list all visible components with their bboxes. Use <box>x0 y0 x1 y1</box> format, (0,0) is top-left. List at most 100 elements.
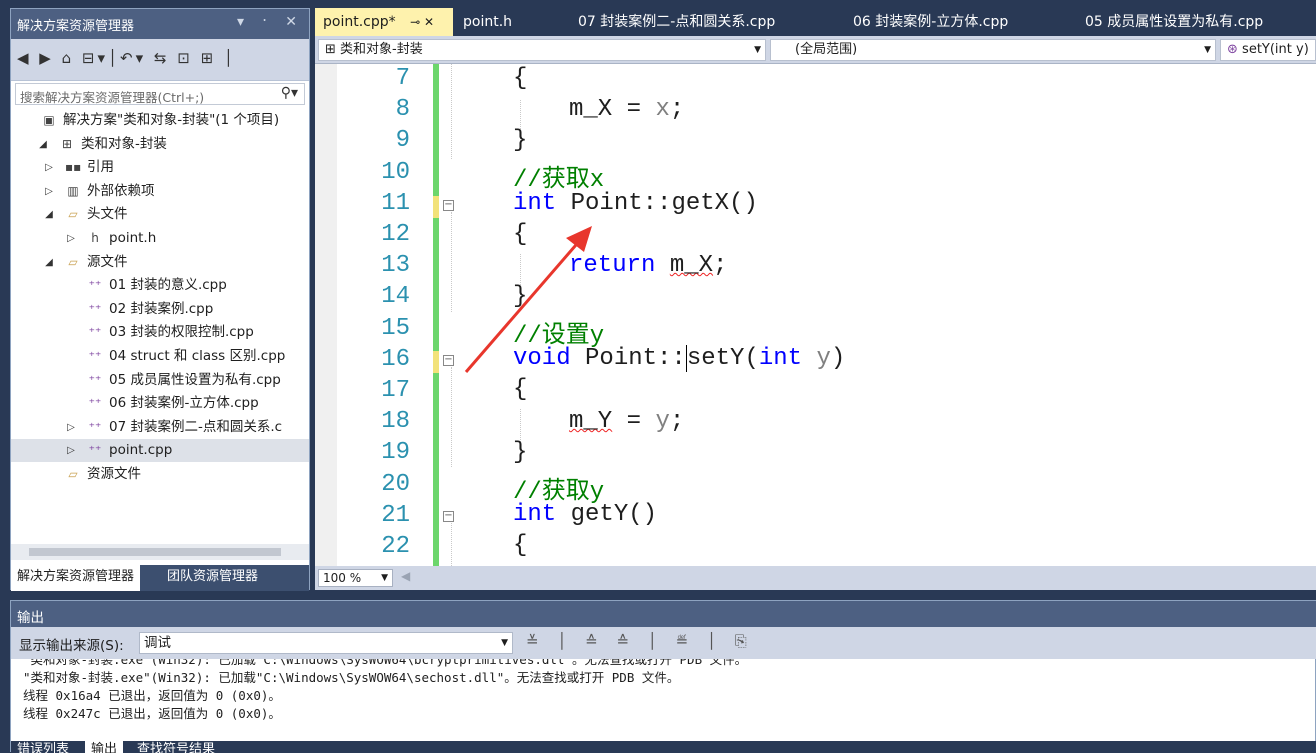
tab-error-list[interactable]: 错误列表 <box>11 741 75 753</box>
line-number: 19 <box>381 439 410 467</box>
collapse-toggle[interactable]: − <box>443 511 454 522</box>
tree-item[interactable]: ▷ ⁺⁺ 07 封装案例二-点和圆关系.c <box>11 416 309 439</box>
tab-06-cpp[interactable]: 06 封装案例-立方体.cpp <box>845 8 1016 36</box>
cpp-file-icon: ⁺⁺ <box>88 419 102 434</box>
expand-arrow-icon[interactable]: ▷ <box>65 227 77 250</box>
tree-item-label: 06 封装案例-立方体.cpp <box>109 395 259 412</box>
project-dropdown[interactable]: ⊞ 类和对象-封装 ▼ <box>318 39 766 61</box>
scope-dropdown[interactable]: (全局范围) ▼ <box>770 39 1216 61</box>
tree-item[interactable]: ◢ ⊞ 类和对象-封装 <box>11 133 309 156</box>
search-icon[interactable]: ⚲▾ <box>281 85 298 101</box>
code-token: = <box>612 408 656 435</box>
expand-arrow-icon[interactable]: ▷ <box>43 156 55 179</box>
tab-point-h[interactable]: point.h <box>455 8 520 36</box>
line-number: 7 <box>395 65 410 92</box>
expand-arrow-icon[interactable]: ▷ <box>65 439 77 462</box>
tab-label: point.cpp* <box>323 14 396 30</box>
code-token: ; <box>669 408 685 435</box>
zoom-dropdown[interactable]: 100 % ▼ <box>318 569 393 587</box>
line-number: 21 <box>381 501 410 529</box>
editor-margin <box>315 64 337 566</box>
code-line: return m_X; <box>513 252 727 279</box>
code-line: m_Y = y; <box>513 408 684 435</box>
tree-item-label: 源文件 <box>87 253 128 270</box>
solution-icon: ▣ <box>43 113 55 127</box>
tree-item[interactable]: ▷ ⁺⁺ point.cpp <box>11 439 309 463</box>
output-line: 线程 0x16a4 已退出，返回值为 0 (0x0)。 <box>23 688 281 703</box>
line-number: 10 <box>381 158 410 186</box>
code-token: int <box>513 501 557 528</box>
code-token: y <box>816 345 831 372</box>
tree-item-label: 07 封装案例二-点和圆关系.c <box>109 418 283 435</box>
cpp-file-icon: ⁺⁺ <box>88 301 102 316</box>
tab-output[interactable]: 输出 <box>85 741 124 753</box>
code-token: ) <box>830 345 846 372</box>
tab-05-cpp[interactable]: 05 成员属性设置为私有.cpp <box>1077 8 1271 36</box>
line-number: 12 <box>381 221 410 248</box>
tree-item[interactable]: ◢ ▱ 头文件 <box>11 203 309 226</box>
expand-arrow-icon[interactable]: ▷ <box>43 180 55 203</box>
text-cursor-token: setY( <box>685 345 759 372</box>
line-number: 22 <box>381 533 410 560</box>
cpp-file-icon: ⁺⁺ <box>88 278 102 293</box>
tree-item[interactable]: ▣ 解决方案"类和对象-封装"(1 个项目) <box>11 109 309 132</box>
collapse-arrow-icon[interactable]: ◢ <box>43 251 55 274</box>
line-number: 13 <box>381 252 410 280</box>
tree-item-label: 05 成员属性设置为私有.cpp <box>109 371 281 388</box>
unsaved-change-marker <box>433 196 439 218</box>
tree-item[interactable]: ⁺⁺ 05 成员属性设置为私有.cpp <box>11 369 309 392</box>
member-dropdown[interactable]: ⊛ setY(int y) <box>1220 39 1316 61</box>
code-token: y <box>655 408 670 435</box>
collapse-arrow-icon[interactable]: ◢ <box>43 203 55 226</box>
output-log[interactable]: "类和对象-封装.exe"(Win32): 已加载"C:\Windows\Sys… <box>23 659 1303 729</box>
output-source-dropdown[interactable]: 调试 ▼ <box>139 632 513 654</box>
tab-team-explorer[interactable]: 团队资源管理器 <box>161 565 264 591</box>
tree-item[interactable]: ⁺⁺ 02 封装案例.cpp <box>11 298 309 321</box>
cpp-file-icon: ⁺⁺ <box>88 372 102 387</box>
tree-item[interactable]: ▷ ▪▪ 引用 <box>11 156 309 179</box>
panel-window-buttons[interactable]: ▾ ᛫ ✕ <box>237 14 303 30</box>
tab-find-symbol-results[interactable]: 查找符号结果 <box>131 741 221 753</box>
tree-item[interactable]: ⁺⁺ 06 封装案例-立方体.cpp <box>11 392 309 415</box>
collapse-toggle[interactable]: − <box>443 200 454 211</box>
output-line: "类和对象-封装.exe"(Win32): 已加载"C:\Windows\Sys… <box>23 670 680 685</box>
code-line: } <box>513 283 528 310</box>
tree-item[interactable]: ▷ ▥ 外部依赖项 <box>11 180 309 203</box>
scroll-left-icon[interactable]: ◀ <box>401 569 410 583</box>
chevron-down-icon: ▼ <box>1204 45 1211 55</box>
fold-guide <box>451 64 452 159</box>
solution-search-input[interactable]: 搜索解决方案资源管理器(Ctrl+;) ⚲▾ <box>15 83 305 105</box>
collapse-toggle[interactable]: − <box>443 355 454 366</box>
tree-item[interactable]: ▱ 资源文件 <box>11 463 309 486</box>
method-icon: ⊛ <box>1227 42 1238 57</box>
tab-07-cpp[interactable]: 07 封装案例二-点和圆关系.cpp <box>570 8 783 36</box>
collapse-arrow-icon[interactable]: ◢ <box>37 133 49 156</box>
folder-icon: ▱ <box>68 207 78 222</box>
tree-item[interactable]: ⁺⁺ 04 struct 和 class 区别.cpp <box>11 345 309 368</box>
output-toolbar-icons[interactable]: ≚ │ ≙ ≙ │ ≝ │ ⎘ <box>526 632 754 650</box>
pin-close-icon[interactable]: ⊸ ✕ <box>410 15 434 29</box>
tree-item[interactable]: ⁺⁺ 03 封装的权限控制.cpp <box>11 321 309 344</box>
code-line: } <box>513 439 528 466</box>
code-editor[interactable]: − − − { m_X = x; } //获取x int Point::getX… <box>315 64 1316 566</box>
output-panel: 输出 显示输出来源(S): 调试 ▼ ≚ │ ≙ ≙ │ ≝ │ ⎘ "类和对象-… <box>10 600 1316 753</box>
line-number: 20 <box>381 470 410 498</box>
tree-item[interactable]: ◢ ▱ 源文件 <box>11 251 309 274</box>
tab-point-cpp[interactable]: point.cpp* ⊸ ✕ <box>315 8 453 36</box>
tree-item-label: point.cpp <box>109 442 173 459</box>
tree-item[interactable]: ⁺⁺ 01 封装的意义.cpp <box>11 274 309 297</box>
tab-solution-explorer[interactable]: 解决方案资源管理器 <box>11 565 141 591</box>
scrollbar-thumb[interactable] <box>29 548 281 556</box>
references-icon: ▪▪ <box>65 160 82 175</box>
output-bottom-tabs: 错误列表 输出 查找符号结果 <box>11 741 1316 753</box>
tree-item-label: 外部依赖项 <box>87 182 155 199</box>
tree-item-label: 02 封装案例.cpp <box>109 300 214 317</box>
expand-arrow-icon[interactable]: ▷ <box>65 416 77 439</box>
member-dropdown-value: setY(int y) <box>1242 42 1309 57</box>
horizontal-scrollbar[interactable] <box>11 544 309 560</box>
tree-item[interactable]: ▷ h point.h <box>11 227 309 250</box>
output-toolbar: 显示输出来源(S): 调试 ▼ ≚ │ ≙ ≙ │ ≝ │ ⎘ <box>11 627 1316 659</box>
watermark: CSDN @子非鱼icon <box>1163 724 1302 742</box>
solution-explorer-toolbar[interactable]: ◀ ▶ ⌂ ⊟▾│↶▾ ⇆ ⊡ ⊞ │ <box>11 39 309 81</box>
